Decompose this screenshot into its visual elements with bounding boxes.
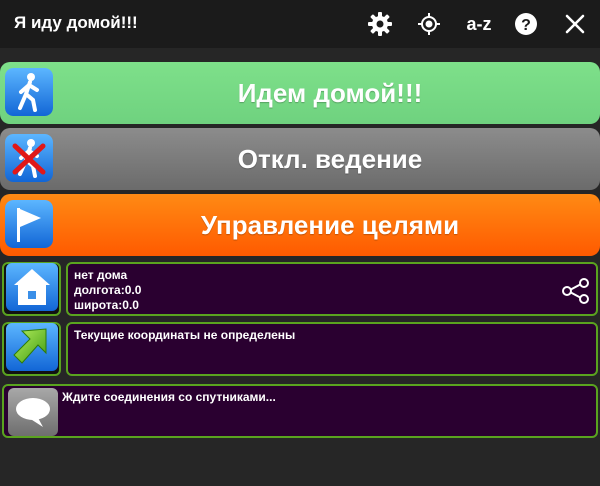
close-icon[interactable] [559,8,591,40]
satellite-panel: Ждите соединения со спутниками... [2,384,598,438]
home-icon-box[interactable] [2,262,61,316]
go-home-button[interactable]: Идем домой!!! [0,62,600,124]
walking-man-crossed-icon [5,134,53,182]
home-info-panel: нет дома долгота:0.0 широта:0.0 [66,262,598,316]
help-icon[interactable]: ? [510,8,542,40]
walking-man-icon [5,68,53,116]
disable-guidance-label: Откл. ведение [237,143,423,174]
home-longitude-text: долгота:0.0 [74,283,142,297]
disable-guidance-button[interactable]: Откл. ведение [0,128,600,190]
go-home-label: Идем домой!!! [237,77,423,108]
gear-icon[interactable] [364,8,396,40]
coordinates-panel: Текущие координаты не определены [66,322,598,376]
home-latitude-text: широта:0.0 [74,298,139,312]
app-title: Я иду домой!!! [14,13,138,32]
crosshair-icon[interactable] [413,8,445,40]
home-icon [5,262,58,316]
manage-targets-button[interactable]: Управление целями [0,194,600,256]
satellite-status-text: Ждите соединения со спутниками... [62,390,276,404]
manage-targets-label: Управление целями [200,209,460,240]
coordinates-text: Текущие координаты не определены [74,328,296,342]
arrow-icon-box[interactable] [2,322,61,376]
sort-az-button[interactable]: a-z [460,8,498,40]
share-icon[interactable] [560,277,590,309]
svg-text:?: ? [521,17,531,34]
title-bar: Я иду домой!!! a-z ? [0,0,600,48]
speech-bubble-icon [8,388,58,436]
arrow-icon [5,322,58,376]
flag-icon [5,200,53,248]
home-status-text: нет дома [74,268,128,282]
